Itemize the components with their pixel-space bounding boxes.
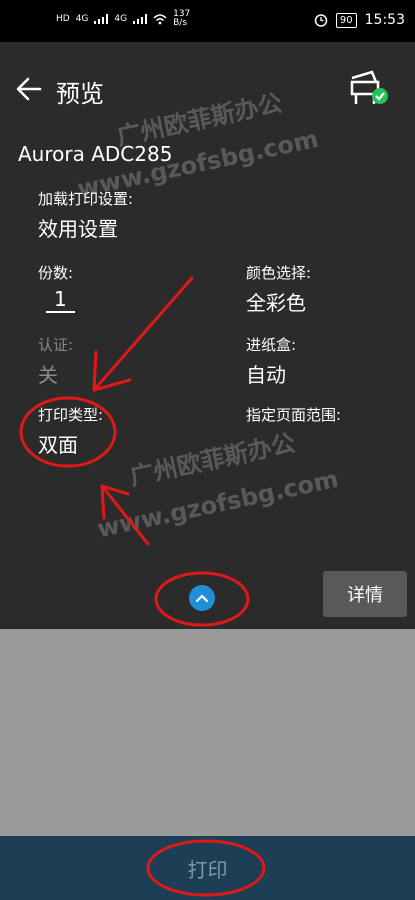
auth-field: 认证: 关 bbox=[38, 334, 73, 388]
load-settings-value: 效用设置 bbox=[38, 217, 118, 241]
hd-label: HD bbox=[56, 14, 70, 24]
expand-button[interactable] bbox=[189, 585, 215, 611]
copies-field[interactable]: 份数: 1 bbox=[38, 262, 75, 313]
copies-label: 份数: bbox=[38, 264, 74, 282]
auth-label: 认证: bbox=[38, 336, 74, 354]
status-bar: HD 4G 4G 137 B/s 90 15:53 bbox=[0, 0, 415, 42]
annotation-arrow-upper bbox=[92, 276, 194, 392]
page-range-field[interactable]: 指定页面范围: bbox=[246, 404, 341, 429]
net-speed-unit: B/s bbox=[173, 18, 188, 28]
preview-area bbox=[0, 629, 415, 836]
battery-level: 90 bbox=[335, 12, 357, 28]
printer-status-icon[interactable] bbox=[346, 68, 390, 108]
signal-icon-2 bbox=[133, 14, 148, 24]
tray-field[interactable]: 进纸盒: 自动 bbox=[246, 334, 296, 388]
signal-icon bbox=[94, 14, 109, 24]
annotation-arrowhead-upper bbox=[92, 350, 132, 392]
clock: 15:53 bbox=[364, 12, 405, 28]
tray-label: 进纸盒: bbox=[246, 336, 297, 354]
status-right: 90 15:53 bbox=[314, 12, 405, 28]
copies-input[interactable]: 1 bbox=[46, 287, 75, 313]
color-value: 全彩色 bbox=[246, 291, 306, 315]
details-button[interactable]: 详情 bbox=[323, 571, 407, 617]
print-label: 打印 bbox=[187, 857, 228, 882]
tray-value: 自动 bbox=[246, 363, 286, 387]
chevron-up-icon bbox=[195, 594, 209, 603]
print-type-field[interactable]: 打印类型: 双面 bbox=[38, 404, 103, 458]
alarm-icon bbox=[314, 14, 328, 27]
wifi-icon bbox=[153, 13, 167, 24]
print-type-label: 打印类型: bbox=[38, 406, 104, 424]
print-button[interactable]: 打印 bbox=[0, 836, 415, 900]
page-title: 预览 bbox=[56, 80, 104, 108]
color-label: 颜色选择: bbox=[246, 264, 312, 282]
auth-value: 关 bbox=[38, 363, 58, 387]
page-range-label: 指定页面范围: bbox=[246, 406, 342, 424]
status-network: HD 4G 4G 137 B/s bbox=[56, 10, 190, 28]
net1-label: 4G bbox=[75, 14, 89, 24]
color-field[interactable]: 颜色选择: 全彩色 bbox=[246, 262, 311, 316]
print-type-value: 双面 bbox=[38, 433, 78, 457]
net2-label: 4G bbox=[114, 14, 128, 24]
back-arrow-icon[interactable] bbox=[16, 76, 42, 102]
